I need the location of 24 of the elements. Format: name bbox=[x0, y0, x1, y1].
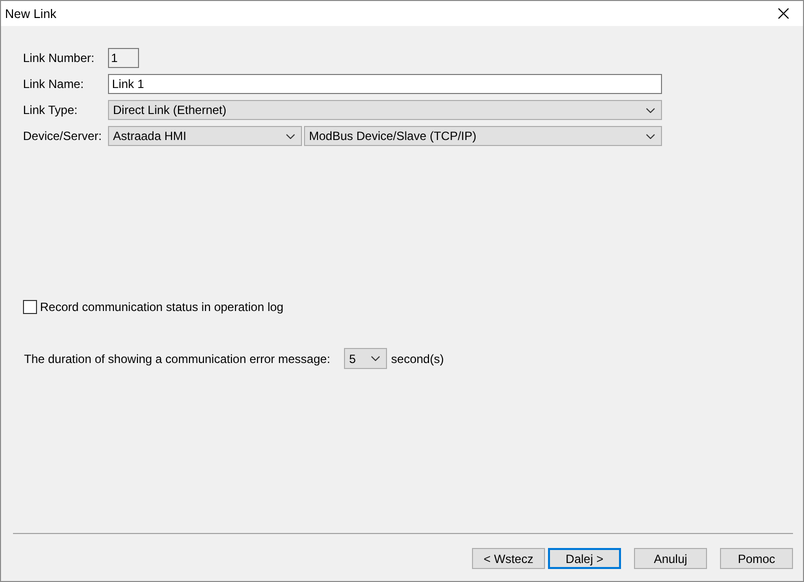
checkbox-label[interactable]: Record communication status in operation log bbox=[40, 300, 284, 314]
unit-label: second(s) bbox=[391, 352, 444, 366]
field-label: Link Number: bbox=[23, 51, 96, 65]
chevron-icon bbox=[286, 134, 295, 138]
link-number-field: 1 bbox=[108, 48, 139, 68]
dialog-button[interactable]: Dalej > bbox=[548, 548, 621, 569]
dialog-button[interactable]: Pomoc bbox=[720, 548, 793, 569]
field-label: Link Name: bbox=[23, 77, 85, 91]
dialog-button[interactable]: < Wstecz bbox=[472, 548, 545, 569]
chevron-icon bbox=[371, 356, 380, 361]
field-label: Link Type: bbox=[23, 103, 78, 117]
link-name-field[interactable]: Link 1 bbox=[108, 74, 662, 94]
checkbox[interactable] bbox=[23, 300, 37, 314]
dialog-button[interactable]: Anuluj bbox=[634, 548, 707, 569]
chevron-icon bbox=[646, 134, 655, 138]
window-title: New Link bbox=[5, 6, 56, 20]
chevron-icon bbox=[646, 108, 655, 112]
duration-dropdown[interactable]: 5 bbox=[344, 348, 388, 369]
driver-dropdown[interactable]: ModBus Device/Slave (TCP/IP) bbox=[304, 126, 662, 146]
duration-label: The duration of showing a communication error message: bbox=[24, 352, 330, 366]
link-type-dropdown[interactable]: Direct Link (Ethernet) bbox=[108, 100, 662, 120]
device-dropdown[interactable]: Astraada HMI bbox=[108, 126, 302, 146]
field-label: Device/Server: bbox=[23, 129, 103, 143]
close-icon[interactable] bbox=[778, 8, 789, 19]
